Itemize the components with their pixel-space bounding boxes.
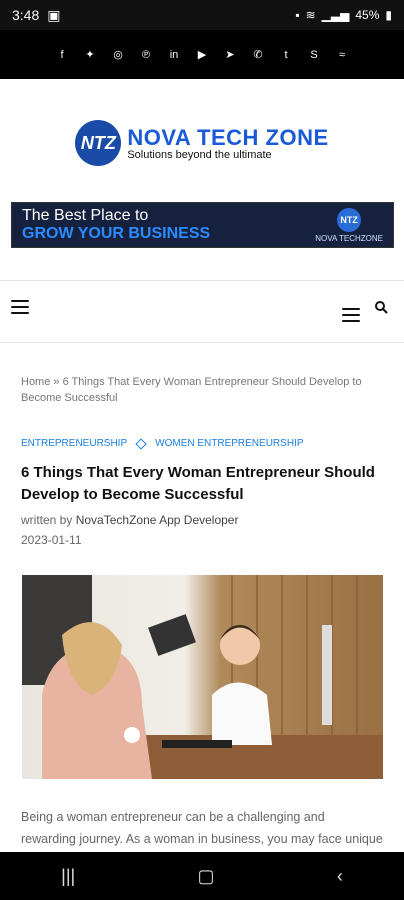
battery-saver-icon: ▪ (295, 8, 300, 22)
recent-apps-icon[interactable]: ||| (61, 866, 75, 887)
logo-tagline: Solutions beyond the ultimate (127, 149, 272, 161)
back-icon[interactable]: ‹ (337, 866, 343, 887)
rss-icon[interactable]: ≈ (335, 48, 349, 62)
site-logo[interactable]: NTZ NOVA TECH ZONE Solutions beyond the … (0, 108, 404, 178)
system-nav-bar: ||| ▢ ‹ (0, 852, 404, 900)
pinterest-icon[interactable]: ℗ (139, 48, 153, 62)
banner-mini-text: NOVA TECHZONE (315, 233, 383, 243)
skype-icon[interactable]: S (307, 48, 321, 62)
home-icon[interactable]: ▢ (198, 866, 215, 887)
author-prefix: written by (21, 513, 73, 527)
divider (0, 342, 404, 343)
nav-bar (0, 292, 404, 342)
telegram-icon[interactable]: ➤ (223, 48, 237, 62)
logo-name: NOVA TECH ZONE (127, 125, 329, 150)
gallery-notification-icon: ▣ (47, 6, 61, 23)
linkedin-icon[interactable]: in (167, 48, 181, 62)
wifi-icon: ≋ (305, 8, 316, 22)
article-author[interactable]: NovaTechZone App Developer (76, 513, 239, 527)
category-list: ENTREPRENEURSHIP WOMEN ENTREPRENEURSHIP (21, 437, 383, 450)
banner-line-2: GROW YOUR BUSINESS (22, 225, 211, 242)
article-meta: written by NovaTechZone App Developer 20… (21, 510, 383, 550)
category-women-entrepreneurship[interactable]: WOMEN ENTREPRENEURSHIP (155, 438, 303, 449)
instagram-icon[interactable]: ◎ (111, 48, 125, 62)
menu-icon[interactable] (11, 300, 29, 314)
ad-banner[interactable]: The Best Place to GROW YOUR BUSINESS NTZ… (11, 202, 394, 248)
banner-line-1: The Best Place to (22, 207, 149, 224)
divider (0, 280, 404, 281)
banner-mini-logo: NTZ NOVA TECHZONE (315, 207, 383, 243)
battery-icon: ▮ (385, 8, 392, 22)
search-icon[interactable] (374, 300, 388, 314)
clock: 3:48 (12, 7, 40, 23)
logo-badge: NTZ (75, 120, 122, 166)
banner-mini-badge: NTZ (337, 207, 362, 232)
social-bar: f ✦ ◎ ℗ in ▶ ➤ ✆ t S ≈ (0, 30, 404, 79)
twitter-icon[interactable]: ✦ (83, 48, 97, 62)
article-featured-image (22, 575, 383, 779)
youtube-icon[interactable]: ▶ (195, 48, 209, 62)
whatsapp-icon[interactable]: ✆ (251, 48, 265, 62)
status-bar: 3:48 ▣ ▪ ≋ ▁▃▅ 45% ▮ (0, 0, 404, 30)
category-entrepreneurship[interactable]: ENTREPRENEURSHIP (21, 438, 127, 449)
battery-level: 45% (355, 8, 380, 22)
category-separator (135, 437, 147, 450)
breadcrumb[interactable]: Home » 6 Things That Every Woman Entrepr… (21, 374, 383, 406)
article-title: 6 Things That Every Woman Entrepreneur S… (21, 464, 375, 503)
article-date: 2023-01-11 (21, 533, 82, 547)
facebook-icon[interactable]: f (55, 48, 69, 62)
tumblr-icon[interactable]: t (279, 48, 293, 62)
secondary-menu-icon[interactable] (342, 308, 360, 322)
signal-icon: ▁▃▅ (321, 8, 350, 22)
